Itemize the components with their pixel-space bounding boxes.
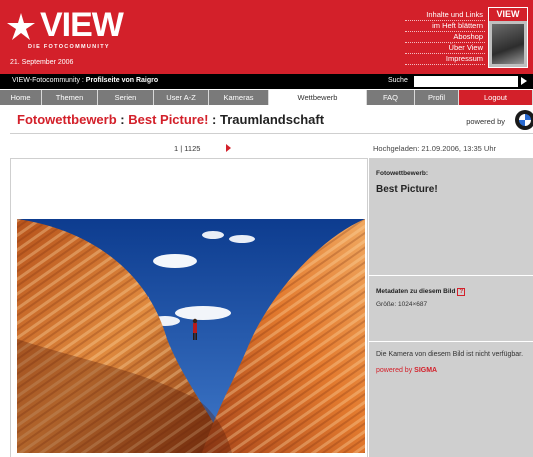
link-heft[interactable]: im Heft blättern	[405, 21, 485, 32]
contest-photo[interactable]	[17, 219, 365, 453]
title-contest-name[interactable]: Best Picture!	[128, 112, 208, 127]
tab-faq[interactable]: FAQ	[367, 90, 415, 105]
tab-themen[interactable]: Themen	[42, 90, 98, 105]
upload-date: Hochgeladen: 21.09.2006, 13:35 Uhr	[373, 144, 497, 153]
sponsor-label: powered by	[466, 117, 505, 126]
contest-name[interactable]: Best Picture!	[376, 184, 526, 195]
next-arrow-icon[interactable]	[226, 144, 231, 152]
camera-section: Die Kamera von diesem Bild ist nicht ver…	[369, 342, 533, 438]
link-inhalte[interactable]: Inhalte und Links	[405, 10, 485, 21]
link-aboshop[interactable]: Aboshop	[405, 32, 485, 43]
tab-user-a-z[interactable]: User A-Z	[154, 90, 209, 105]
image-size: Größe: 1024×687	[376, 301, 428, 308]
title-contest[interactable]: Fotowettbewerb	[17, 112, 117, 127]
breadcrumb-page: Profilseite von Raigro	[85, 77, 159, 84]
image-info-sidebar: Fotowettbewerb: Best Picture! Metadaten …	[369, 158, 533, 457]
link-impressum[interactable]: Impressum	[405, 54, 485, 65]
search-input[interactable]	[414, 76, 518, 87]
header-links: Inhalte und Links im Heft blättern Abosh…	[405, 10, 485, 65]
title-divider	[10, 133, 533, 134]
title-sep-1: :	[116, 112, 129, 127]
breadcrumb: VIEW-Fotocommunity : Profilseite von Rai…	[12, 77, 158, 84]
metadata-section: Metadaten zu diesem Bild? Größe: 1024×68…	[369, 276, 533, 342]
star-icon	[7, 13, 35, 40]
metadata-label: Metadaten zu diesem Bild	[376, 288, 456, 295]
breadcrumb-site[interactable]: VIEW-Fotocommunity :	[12, 77, 84, 84]
photo-canyon-image	[17, 219, 365, 453]
tab-home[interactable]: Home	[0, 90, 42, 105]
logo-subtitle: DIE FOTOCOMMUNITY	[28, 44, 110, 50]
tab-kameras[interactable]: Kameras	[209, 90, 269, 105]
contest-label: Fotowettbewerb:	[376, 170, 428, 177]
site-header: VIEW DIE FOTOCOMMUNITY 21. September 200…	[0, 0, 533, 74]
contest-info: Fotowettbewerb: Best Picture!	[369, 158, 533, 276]
tab-logout[interactable]: Logout	[459, 90, 533, 105]
magazine-image	[492, 24, 524, 64]
tab-profil[interactable]: Profil	[415, 90, 459, 105]
page-title: Fotowettbewerb : Best Picture! : Traumla…	[17, 112, 324, 127]
help-icon[interactable]: ?	[457, 288, 466, 296]
search-submit-icon[interactable]	[521, 77, 527, 85]
link-ueber-view[interactable]: Über View	[405, 43, 485, 54]
magazine-title: VIEW	[489, 8, 527, 21]
title-sep-2: :	[208, 112, 220, 127]
main-nav: Home Themen Serien User A-Z Kameras Wett…	[0, 90, 533, 105]
tab-serien[interactable]: Serien	[98, 90, 154, 105]
tab-wettbewerb[interactable]: Wettbewerb	[269, 90, 367, 105]
bmw-logo-icon[interactable]	[515, 110, 533, 130]
header-date: 21. September 2006	[10, 59, 74, 66]
sigma-logo: SIGMA	[414, 367, 438, 374]
logo-wordmark: VIEW	[40, 6, 124, 44]
search-label: Suche	[388, 77, 408, 84]
breadcrumb-bar: VIEW-Fotocommunity : Profilseite von Rai…	[0, 74, 533, 89]
view-logo[interactable]: VIEW DIE FOTOCOMMUNITY	[6, 6, 146, 50]
magazine-cover[interactable]: VIEW	[488, 7, 528, 68]
title-category: Traumlandschaft	[220, 112, 325, 127]
image-pager: 1 | 1125	[174, 144, 201, 153]
sigma-sponsor[interactable]: powered by SIGMA	[376, 367, 526, 374]
camera-note: Die Kamera von diesem Bild ist nicht ver…	[376, 351, 524, 358]
sigma-prefix: powered by	[376, 367, 413, 374]
metadata-heading: Metadaten zu diesem Bild?	[376, 288, 526, 296]
